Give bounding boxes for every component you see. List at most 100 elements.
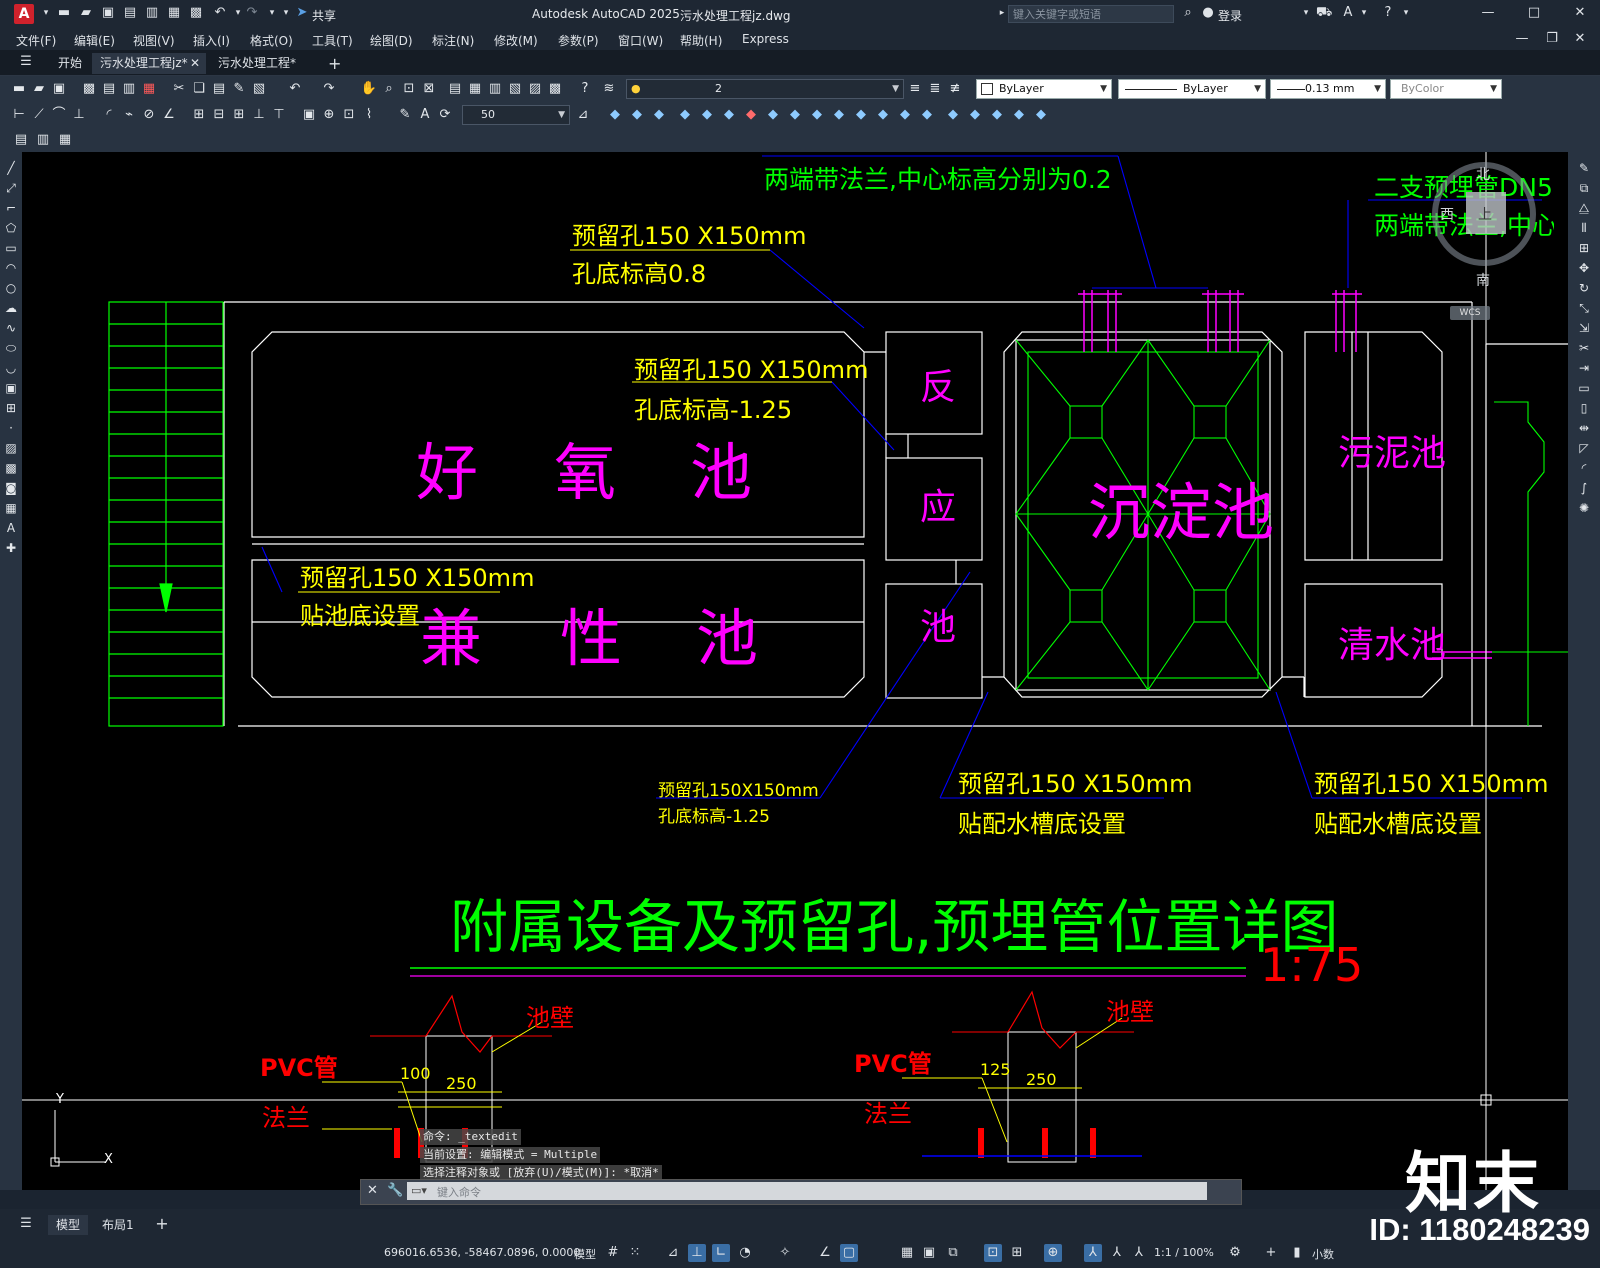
web-open-icon[interactable]: ▥	[144, 5, 160, 21]
intersect-icon[interactable]: ◆	[808, 106, 826, 124]
menu-format[interactable]: 格式(O)	[250, 32, 293, 49]
share-icon[interactable]: ➤	[294, 5, 310, 21]
gradient-icon[interactable]: ▩	[3, 460, 19, 476]
doc-restore-icon[interactable]: ❐	[1544, 31, 1560, 47]
draw-order-front-icon[interactable]: ▤	[12, 131, 30, 149]
mirror-icon[interactable]: ⧋	[1576, 200, 1592, 216]
inspection-icon[interactable]: ⊡	[340, 106, 358, 124]
dim-break-icon[interactable]: ⊤	[270, 106, 288, 124]
solid-box-icon[interactable]: ◆	[606, 106, 624, 124]
zoom-realtime-icon[interactable]: ⌕	[380, 80, 398, 98]
new-file-icon[interactable]: ▬	[56, 5, 72, 21]
solid-edit-icon[interactable]: ◆	[988, 106, 1006, 124]
aligned-dim-icon[interactable]: ⟋	[30, 106, 48, 124]
3d-osnap-icon[interactable]: ⊡	[984, 1244, 1002, 1262]
ellipse-icon[interactable]: ⬭	[3, 340, 19, 356]
plot-icon[interactable]: ▩	[188, 5, 204, 21]
command-line[interactable]: ✕ 🔧 ▭▾ 键入命令	[360, 1179, 1242, 1205]
cart-icon[interactable]: ⛟	[1316, 5, 1332, 21]
baseline-dim-icon[interactable]: ⊟	[210, 106, 228, 124]
menu-parametric[interactable]: 参数(P)	[558, 32, 599, 49]
web-save-icon[interactable]: ▦	[166, 5, 182, 21]
user-icon[interactable]: ●	[1200, 5, 1216, 21]
ordinate-dim-icon[interactable]: ⊥	[70, 106, 88, 124]
dim-style-icon[interactable]: ⊿	[574, 106, 592, 124]
tolerance-icon[interactable]: ▣	[300, 106, 318, 124]
jogged-dim-icon[interactable]: ⌁	[120, 106, 138, 124]
block-editor-icon[interactable]: ▧	[250, 80, 268, 98]
viewcube-top-face[interactable]: 上	[1466, 192, 1506, 234]
zoom-window-icon[interactable]: ⊡	[400, 80, 418, 98]
extrude-icon[interactable]: ◆	[676, 106, 694, 124]
revolve-icon[interactable]: ◆	[698, 106, 716, 124]
paste-icon[interactable]: ▤	[210, 80, 228, 98]
command-input-field[interactable]: ▭▾ 键入命令	[407, 1182, 1207, 1200]
stretch-icon[interactable]: ⇲	[1576, 320, 1592, 336]
search-icon[interactable]: ⌕	[1180, 5, 1196, 21]
annotation-scale-icon[interactable]: ⅄	[1130, 1244, 1148, 1262]
markup-icon[interactable]: ▨	[526, 80, 544, 98]
dim-update-icon[interactable]: ⟳	[436, 106, 454, 124]
menu-view[interactable]: 视图(V)	[133, 32, 175, 49]
arc-icon[interactable]: ◠	[3, 260, 19, 276]
customize-quick-access-icon[interactable]: ▾	[278, 5, 294, 21]
share-label[interactable]: 共享	[312, 7, 336, 24]
gizmo-icon[interactable]: ⊕	[1044, 1244, 1062, 1262]
menu-file[interactable]: 文件(F)	[16, 32, 56, 49]
thicken-icon[interactable]: ◆	[852, 106, 870, 124]
dynamic-ucs-icon[interactable]: ⊞	[1008, 1244, 1026, 1262]
help-toolbar-icon[interactable]: ?	[576, 80, 594, 98]
rectangle-icon[interactable]: ▭	[3, 240, 19, 256]
units-icon[interactable]: ▮	[1288, 1244, 1306, 1262]
redo-toolbar-icon[interactable]: ↷	[320, 80, 338, 98]
chamfer-icon[interactable]: ◸	[1576, 440, 1592, 456]
union-icon[interactable]: ◆	[764, 106, 782, 124]
copy-icon[interactable]: ❏	[190, 80, 208, 98]
help-search-input[interactable]: 键入关键字或短语	[1008, 5, 1174, 23]
break-icon[interactable]: ▯	[1576, 400, 1592, 416]
annotation-scale-value[interactable]: 1:1 / 100%	[1154, 1246, 1214, 1259]
help-icon[interactable]: ?	[1380, 5, 1396, 21]
model-space-toggle[interactable]: 模型	[574, 1246, 596, 1262]
add-layout-icon[interactable]: +	[154, 1216, 170, 1232]
mtext-icon[interactable]: A	[3, 520, 19, 536]
cut-icon[interactable]: ✂	[170, 80, 188, 98]
menu-dimension[interactable]: 标注(N)	[432, 32, 474, 49]
autocad-logo[interactable]: A	[14, 4, 34, 24]
spline-icon[interactable]: ∿	[3, 320, 19, 336]
calculator-icon[interactable]: ▩	[546, 80, 564, 98]
revcloud-icon[interactable]: ☁	[3, 300, 19, 316]
open-icon[interactable]: ▰	[30, 80, 48, 98]
plotstyle-dropdown[interactable]: ByColor ▼	[1390, 79, 1502, 99]
close-icon[interactable]: ✕	[1572, 5, 1588, 21]
dim-space-icon[interactable]: ⊥	[250, 106, 268, 124]
tab-close-icon[interactable]: ✕	[190, 53, 200, 74]
tab-layout1[interactable]: 布局1	[94, 1215, 142, 1235]
undo-toolbar-icon[interactable]: ↶	[286, 80, 304, 98]
menu-help[interactable]: 帮助(H)	[680, 32, 722, 49]
scale-icon[interactable]: ⤡	[1576, 300, 1592, 316]
solid-wedge-icon[interactable]: ◆	[628, 106, 646, 124]
shell-icon[interactable]: ◆	[874, 106, 892, 124]
subtract-icon[interactable]: ◆	[786, 106, 804, 124]
zoom-previous-icon[interactable]: ⊠	[420, 80, 438, 98]
redo-icon[interactable]: ↷	[244, 5, 260, 21]
convert-solid-icon[interactable]: ◆	[1032, 106, 1050, 124]
autodesk-chevron-icon[interactable]: ▾	[1356, 5, 1372, 21]
line-tool-icon[interactable]: ╱	[3, 160, 19, 176]
quick-dim-icon[interactable]: ⊞	[190, 106, 208, 124]
draw-order-back-icon[interactable]: ▥	[34, 131, 52, 149]
preview-icon[interactable]: ▤	[100, 80, 118, 98]
dim-scale-dropdown[interactable]: 50 ▼	[462, 105, 570, 125]
app-menu-chevron-icon[interactable]: ▾	[38, 5, 54, 21]
make-current-layer-icon[interactable]: ≡	[906, 80, 924, 98]
save-as-icon[interactable]: ▤	[122, 5, 138, 21]
copy-object-icon[interactable]: ⧉	[1576, 180, 1592, 196]
linear-dim-icon[interactable]: ⊢	[10, 106, 28, 124]
autodesk-a-icon[interactable]: A	[1340, 5, 1356, 21]
circle-icon[interactable]: ○	[3, 280, 19, 296]
pan-icon[interactable]: ✋	[360, 80, 378, 98]
erase-icon[interactable]: ✎	[1576, 160, 1592, 176]
snap-icon[interactable]: ⁙	[626, 1244, 644, 1262]
join-icon[interactable]: ⇹	[1576, 420, 1592, 436]
